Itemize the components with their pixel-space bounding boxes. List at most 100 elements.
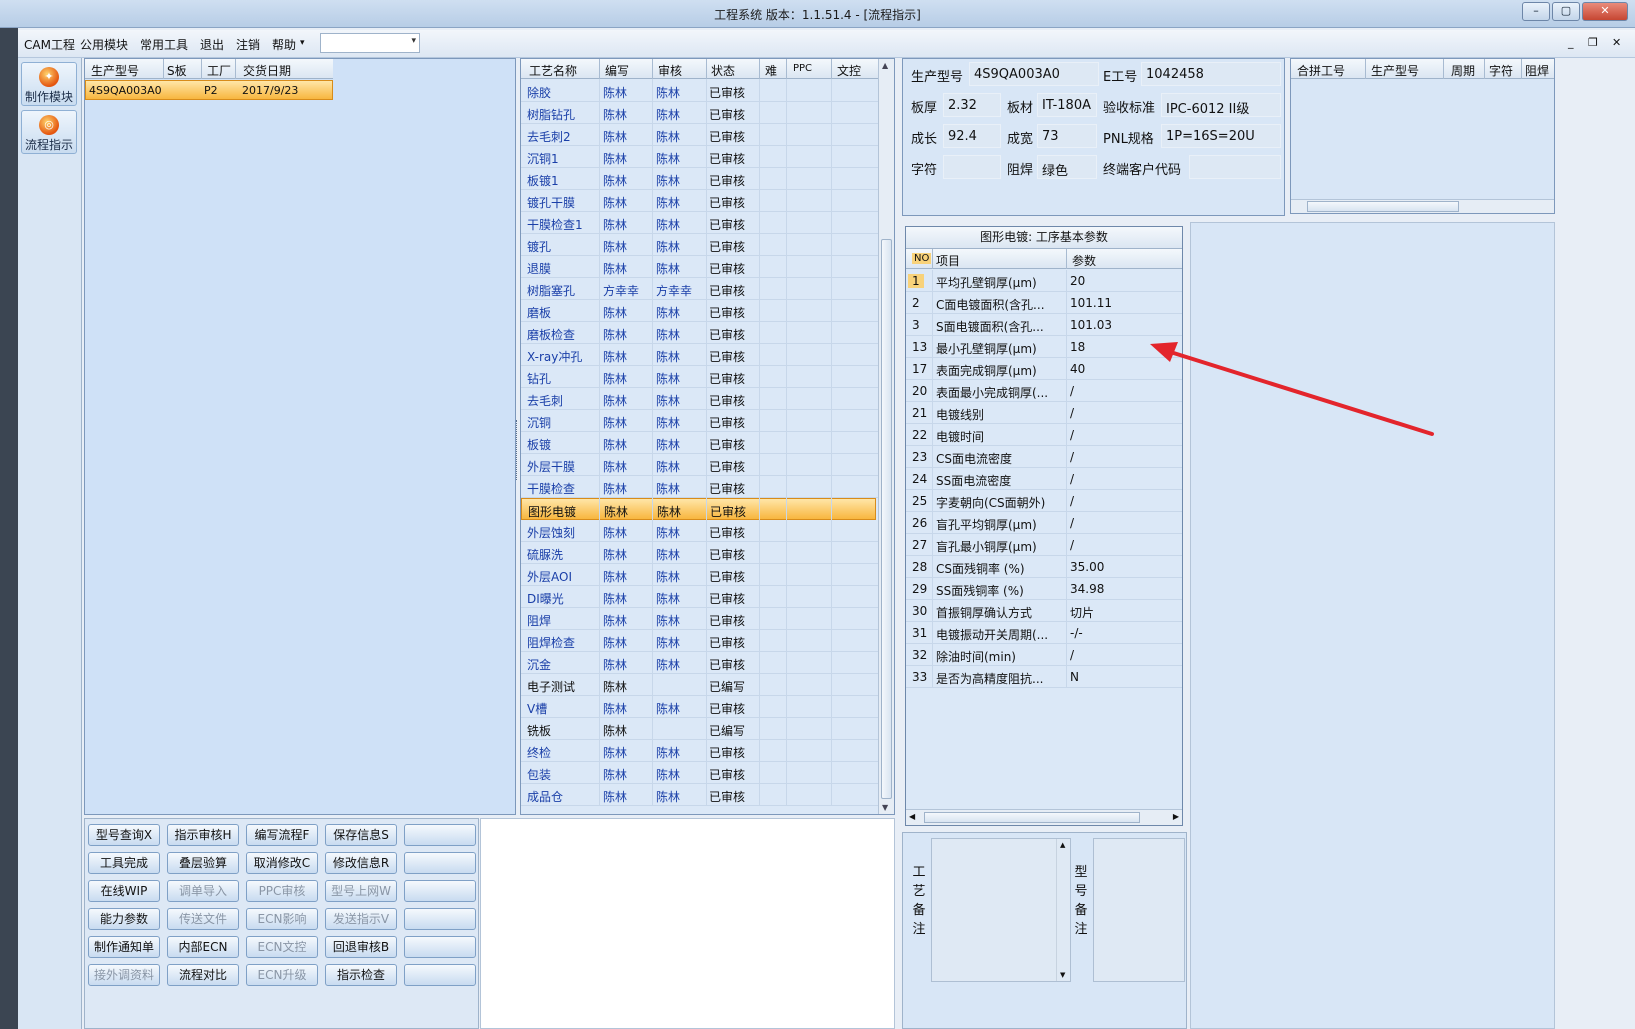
table-row[interactable]: 1 平均孔壁铜厚(μm) 20: [906, 270, 1182, 292]
table-row[interactable]: 26 盲孔平均铜厚(μm) /: [906, 512, 1182, 534]
table-row[interactable]: 沉铜1 陈林 陈林 已审核: [521, 146, 878, 168]
menu-public-module[interactable]: 公用模块: [80, 36, 128, 53]
blank-button[interactable]: [404, 908, 476, 930]
toolbar-button[interactable]: 调单导入: [167, 880, 239, 902]
field-material[interactable]: IT-180A: [1037, 93, 1097, 117]
table-row[interactable]: 干膜检查 陈林 陈林 已审核: [521, 476, 878, 498]
toolbar-button[interactable]: 工具完成: [88, 852, 160, 874]
col-character[interactable]: 字符: [1489, 62, 1513, 79]
maximize-button[interactable]: ▢: [1552, 2, 1580, 21]
field-model[interactable]: 4S9QA003A0: [969, 62, 1099, 86]
col-reviewer[interactable]: 审核: [658, 62, 682, 79]
col-doc-control[interactable]: 文控: [837, 62, 861, 79]
toolbar-button[interactable]: 指示审核H: [167, 824, 239, 846]
toolbar-button[interactable]: 指示检查: [325, 964, 397, 986]
table-row[interactable]: X-ray冲孔 陈林 陈林 已审核: [521, 344, 878, 366]
toolbar-button[interactable]: 型号上网W: [325, 880, 397, 902]
field-e-no[interactable]: 1042458: [1141, 62, 1281, 86]
table-row[interactable]: 磨板 陈林 陈林 已审核: [521, 300, 878, 322]
toolbar-button[interactable]: 叠层验算: [167, 852, 239, 874]
toolbar-button[interactable]: 在线WIP: [88, 880, 160, 902]
menu-combo-select[interactable]: ▾: [320, 33, 420, 53]
toolbar-button[interactable]: 流程对比: [167, 964, 239, 986]
field-pnl[interactable]: 1P=16S=20U: [1161, 124, 1281, 148]
toolbar-button[interactable]: 型号查询X: [88, 824, 160, 846]
table-row[interactable]: 去毛刺2 陈林 陈林 已审核: [521, 124, 878, 146]
col-period[interactable]: 周期: [1451, 62, 1475, 79]
mdi-close-button[interactable]: ✕: [1612, 36, 1621, 49]
combine-hscrollbar[interactable]: [1291, 199, 1554, 213]
col-solder[interactable]: 阻焊: [1525, 62, 1549, 79]
scroll-up-icon[interactable]: ▲: [1060, 841, 1065, 849]
toolbar-button[interactable]: PPC审核: [246, 880, 318, 902]
toolbar-button[interactable]: 取消修改C: [246, 852, 318, 874]
menu-help[interactable]: 帮助: [272, 36, 296, 53]
col-no[interactable]: NO: [912, 253, 932, 264]
field-thickness[interactable]: 2.32: [943, 93, 1001, 117]
toolbar-button[interactable]: 接外调资料: [88, 964, 160, 986]
table-row[interactable]: 树脂钻孔 陈林 陈林 已审核: [521, 102, 878, 124]
table-row[interactable]: DI曝光 陈林 陈林 已审核: [521, 586, 878, 608]
table-row[interactable]: 32 除油时间(min) /: [906, 644, 1182, 666]
scroll-right-icon[interactable]: ▶: [1173, 812, 1179, 821]
table-row[interactable]: 磨板检查 陈林 陈林 已审核: [521, 322, 878, 344]
table-row[interactable]: 4S9QA003A0 P2 2017/9/23: [85, 80, 333, 100]
nav-make-module[interactable]: ✦ 制作模块: [21, 62, 77, 106]
field-customer-code[interactable]: [1189, 155, 1281, 179]
table-row[interactable]: 阻焊 陈林 陈林 已审核: [521, 608, 878, 630]
table-row[interactable]: 除胶 陈林 陈林 已审核: [521, 80, 878, 102]
col-status[interactable]: 状态: [711, 62, 735, 79]
table-row[interactable]: 31 电镀振动开关周期(... -/-: [906, 622, 1182, 644]
toolbar-button[interactable]: ECN影响: [246, 908, 318, 930]
toolbar-button[interactable]: 传送文件: [167, 908, 239, 930]
blank-button[interactable]: [404, 824, 476, 846]
table-row[interactable]: 去毛刺 陈林 陈林 已审核: [521, 388, 878, 410]
toolbar-button[interactable]: ECN升级: [246, 964, 318, 986]
table-row[interactable]: 29 SS面残铜率 (%) 34.98: [906, 578, 1182, 600]
col-delivery-date[interactable]: 交货日期: [243, 62, 291, 79]
blank-button[interactable]: [404, 852, 476, 874]
field-length[interactable]: 92.4: [943, 124, 1001, 148]
toolbar-button[interactable]: 内部ECN: [167, 936, 239, 958]
table-row[interactable]: 33 是否为高精度阻抗... N: [906, 666, 1182, 688]
scroll-thumb[interactable]: [1307, 201, 1459, 212]
col-item[interactable]: 项目: [936, 252, 960, 269]
process-scrollbar[interactable]: ▲ ▼: [878, 59, 894, 814]
menu-tools[interactable]: 常用工具: [140, 36, 188, 53]
mdi-minimize-button[interactable]: _: [1568, 36, 1574, 49]
col-combine-no[interactable]: 合拼工号: [1297, 62, 1345, 79]
table-row[interactable]: 电子测试 陈林 已编写: [521, 674, 878, 696]
splitter-handle[interactable]: [516, 420, 519, 480]
toolbar-button[interactable]: 发送指示V: [325, 908, 397, 930]
scroll-left-icon[interactable]: ◀: [909, 812, 915, 821]
toolbar-button[interactable]: ECN文控: [246, 936, 318, 958]
scroll-thumb[interactable]: [881, 239, 892, 799]
table-row[interactable]: 成品仓 陈林 陈林 已审核: [521, 784, 878, 806]
table-row[interactable]: V槽 陈林 陈林 已审核: [521, 696, 878, 718]
col-model[interactable]: 生产型号: [91, 62, 139, 79]
remark-scrollbar[interactable]: ▲ ▼: [1056, 839, 1070, 981]
table-row[interactable]: 硫脲洗 陈林 陈林 已审核: [521, 542, 878, 564]
col-writer[interactable]: 编写: [605, 62, 629, 79]
params-hscrollbar[interactable]: ◀ ▶: [906, 809, 1182, 825]
table-row[interactable]: 铣板 陈林 已编写: [521, 718, 878, 740]
table-row[interactable]: 板镀1 陈林 陈林 已审核: [521, 168, 878, 190]
table-row[interactable]: 阻焊检查 陈林 陈林 已审核: [521, 630, 878, 652]
menu-logout[interactable]: 注销: [236, 36, 260, 53]
table-row[interactable]: 外层蚀刻 陈林 陈林 已审核: [521, 520, 878, 542]
toolbar-button[interactable]: 编写流程F: [246, 824, 318, 846]
scroll-down-icon[interactable]: ▼: [882, 803, 888, 812]
field-character[interactable]: [943, 155, 1001, 179]
blank-button[interactable]: [404, 964, 476, 986]
model-remark-box[interactable]: [1093, 838, 1185, 982]
table-row[interactable]: 28 CS面残铜率 (%) 35.00: [906, 556, 1182, 578]
table-row[interactable]: 钻孔 陈林 陈林 已审核: [521, 366, 878, 388]
col-s-board[interactable]: S板: [167, 62, 187, 79]
process-remark-box[interactable]: ▲ ▼: [931, 838, 1071, 982]
col-combine-model[interactable]: 生产型号: [1371, 62, 1419, 79]
table-row[interactable]: 干膜检查1 陈林 陈林 已审核: [521, 212, 878, 234]
table-row[interactable]: 24 SS面电流密度 /: [906, 468, 1182, 490]
menu-exit[interactable]: 退出: [200, 36, 224, 53]
table-row[interactable]: 2 C面电镀面积(含孔... 101.11: [906, 292, 1182, 314]
nav-flow-guide[interactable]: ◎ 流程指示: [21, 110, 77, 154]
